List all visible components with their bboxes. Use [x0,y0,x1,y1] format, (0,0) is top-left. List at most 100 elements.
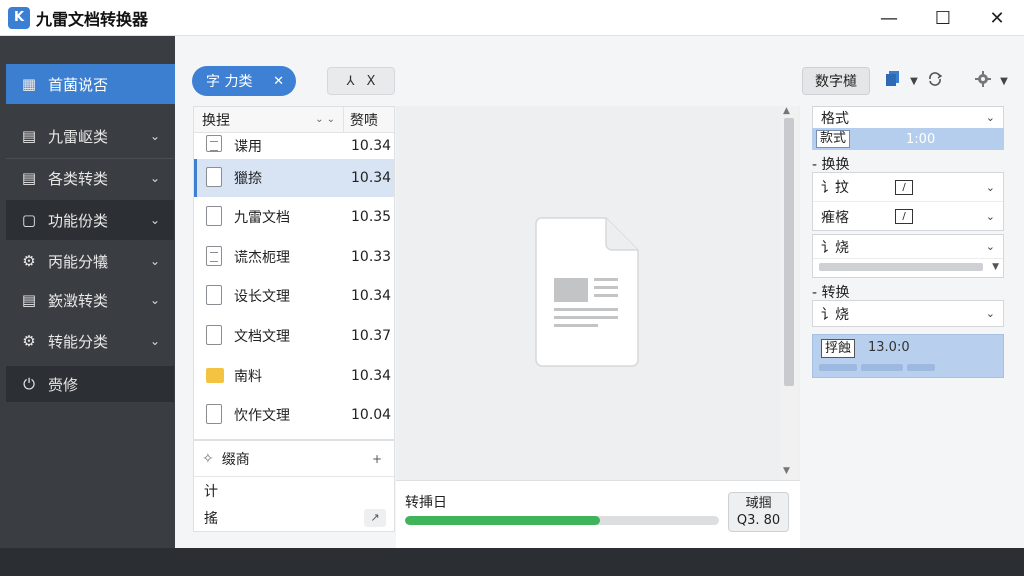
digital-button[interactable]: 数字檤 [802,67,870,95]
file-name: 设长文理 [234,289,290,306]
sidebar-item-label: 丙能分犠 [48,252,109,271]
sidebar-item-3[interactable]: ▢ 功能份类 ⌄ [6,200,174,240]
scrollbar-thumb[interactable] [784,118,794,386]
sidebar-item-4[interactable]: ⚙ 丙能分犠 ⌄ [6,241,174,281]
doc-icon: ▢ [21,211,37,229]
slider-track[interactable] [819,263,983,271]
column-header-size[interactable]: 赘啧 [344,110,378,130]
minimize-button[interactable]: — [862,0,916,36]
sidebar-item-7[interactable]: ⏻ 赍修 [6,366,174,402]
file-size: 10.34 [351,170,392,186]
favorites-title: 缀商 [221,451,250,468]
options-box: 讠抆 / ⌄ 痽楁 / ⌄ [812,172,1004,231]
option-checkbox[interactable]: / [895,179,913,195]
document-icon [206,404,226,426]
sidebar-item-label: 赍修 [48,375,79,394]
convert-button-label: 琙掴 [745,496,772,511]
file-name: 南料 [234,368,262,385]
sidebar-item-home[interactable]: ▦ 首菌说否 [6,64,175,104]
chevron-down-icon: ⌄ [149,171,160,185]
format-select[interactable]: 格式 ⌄ [812,106,1004,128]
table-row[interactable]: 獵捺 10.34 [194,159,394,197]
section-title: - 换换 [812,157,850,173]
favorites-line-text: 计 [204,483,218,500]
file-name: 獵捺 [234,171,262,187]
document-icon [206,245,226,268]
refresh-icon[interactable] [925,71,945,91]
favorites-line: 计 [194,477,394,504]
close-button[interactable]: ✕ [970,0,1024,36]
option-checkbox[interactable]: / [895,209,913,224]
document-icon [206,205,226,228]
option-select[interactable]: 讠烧 ⌄ [813,235,1003,259]
scroll-up-icon[interactable]: ▲ [783,106,790,116]
file-list-header: 换捏 ⌄ ⌄ 赘啧 [194,106,394,133]
result-bar [861,364,903,371]
table-row[interactable]: 谎杰枙理 10.33 [194,237,394,277]
result-bar [907,364,935,371]
file-name: 谍用 [234,139,262,155]
convert-button-value: Q3. 80 [736,513,781,528]
option-label: 讠烧 [821,239,849,256]
file-size: 10.34 [351,288,392,305]
chevron-down-icon[interactable]: ▼ [999,76,1009,87]
file-size: 10.04 [351,407,392,424]
option-row[interactable]: 讠抆 / ⌄ [813,173,1003,202]
copy-icon[interactable] [883,70,903,92]
chevron-down-icon[interactable]: ⌄ [986,181,995,194]
trend-icon[interactable]: ↗ [364,508,386,527]
scroll-down-icon[interactable]: ▼ [783,466,790,476]
close-icon[interactable]: ✕ [273,74,284,89]
add-icon[interactable]: + [372,452,382,466]
favorites-header[interactable]: ✧ 缀商 + [194,441,394,477]
table-row[interactable]: 谍用 10.34 [194,133,394,159]
convert-button[interactable]: 琙掴 Q3. 80 [728,492,789,532]
tool-button-group[interactable]: ⅄ X [327,67,395,95]
column-header-label: 换捏 [202,112,230,129]
chevron-down-icon[interactable]: ⌄ [986,210,995,223]
result-value: 13.0:0 [868,340,910,355]
table-row[interactable]: 文档文理 10.37 [194,316,394,356]
format-value: 1:00 [906,131,936,147]
format-label: 格式 [821,110,849,127]
sidebar-item-2[interactable]: ▤ 各类转类 ⌄ [6,158,174,198]
maximize-button[interactable]: ☐ [916,0,970,36]
file-size: 10.37 [351,327,392,344]
sidebar-item-1[interactable]: ▤ 九雷岖类 ⌄ [6,116,174,156]
section-title: - 转换 [812,285,850,301]
chevron-down-icon: ⌄ [149,129,160,143]
table-row[interactable]: 九雷文档 10.35 [194,197,394,237]
result-tag: 捊蝕 [821,339,856,358]
table-row[interactable]: 设长文理 10.34 [194,276,394,316]
document-icon [206,285,226,307]
gear-icon: ⚙ [22,252,36,270]
chevron-down-icon[interactable]: ▼ [909,76,919,87]
chevron-down-icon[interactable]: ▼ [992,262,999,272]
sidebar-item-6[interactable]: ⚙ 转能分类 ⌄ [6,321,174,361]
table-row[interactable]: 忺作文理 10.04 [194,395,394,435]
favorites-line: 搖 ↗ [194,504,394,531]
tool-b-icon[interactable]: X [367,74,376,89]
chevron-down-icon[interactable]: ⌄ [986,240,995,253]
format-row[interactable]: 款式 1:00 [812,128,1004,150]
file-size: 10.33 [351,248,392,265]
option-row[interactable]: 痽楁 / ⌄ [813,202,1003,231]
settings-gear-icon[interactable] [973,70,993,92]
convert-select[interactable]: 讠烧 ⌄ [812,300,1004,327]
table-row[interactable]: 南料 10.34 [194,356,394,396]
sidebar-item-label: 嶔澂转类 [48,291,109,310]
sidebar-item-label: 各类转类 [48,169,109,188]
sort-icon[interactable]: ⌄ ⌄ [315,114,335,125]
column-header-name[interactable]: 换捏 ⌄ ⌄ [194,106,344,133]
title-bar: K 九雷文档转换器 — ☐ ✕ [0,0,1024,36]
sidebar-item-5[interactable]: ▤ 嶔澂转类 ⌄ [6,280,174,320]
bottom-strip [0,548,1024,576]
filter-chip[interactable]: 字 力类 ✕ [192,66,296,96]
file-name: 忺作文理 [234,408,290,425]
result-row[interactable]: 捊蝕 13.0:0 [812,334,1004,378]
tool-a-icon[interactable]: ⅄ [347,74,355,89]
grid-icon: ▦ [21,75,37,93]
app-title: 九雷文档转换器 [36,9,149,29]
format-tag: 款式 [816,130,851,148]
preview-scrollbar[interactable]: ▲ ▼ [780,106,798,480]
